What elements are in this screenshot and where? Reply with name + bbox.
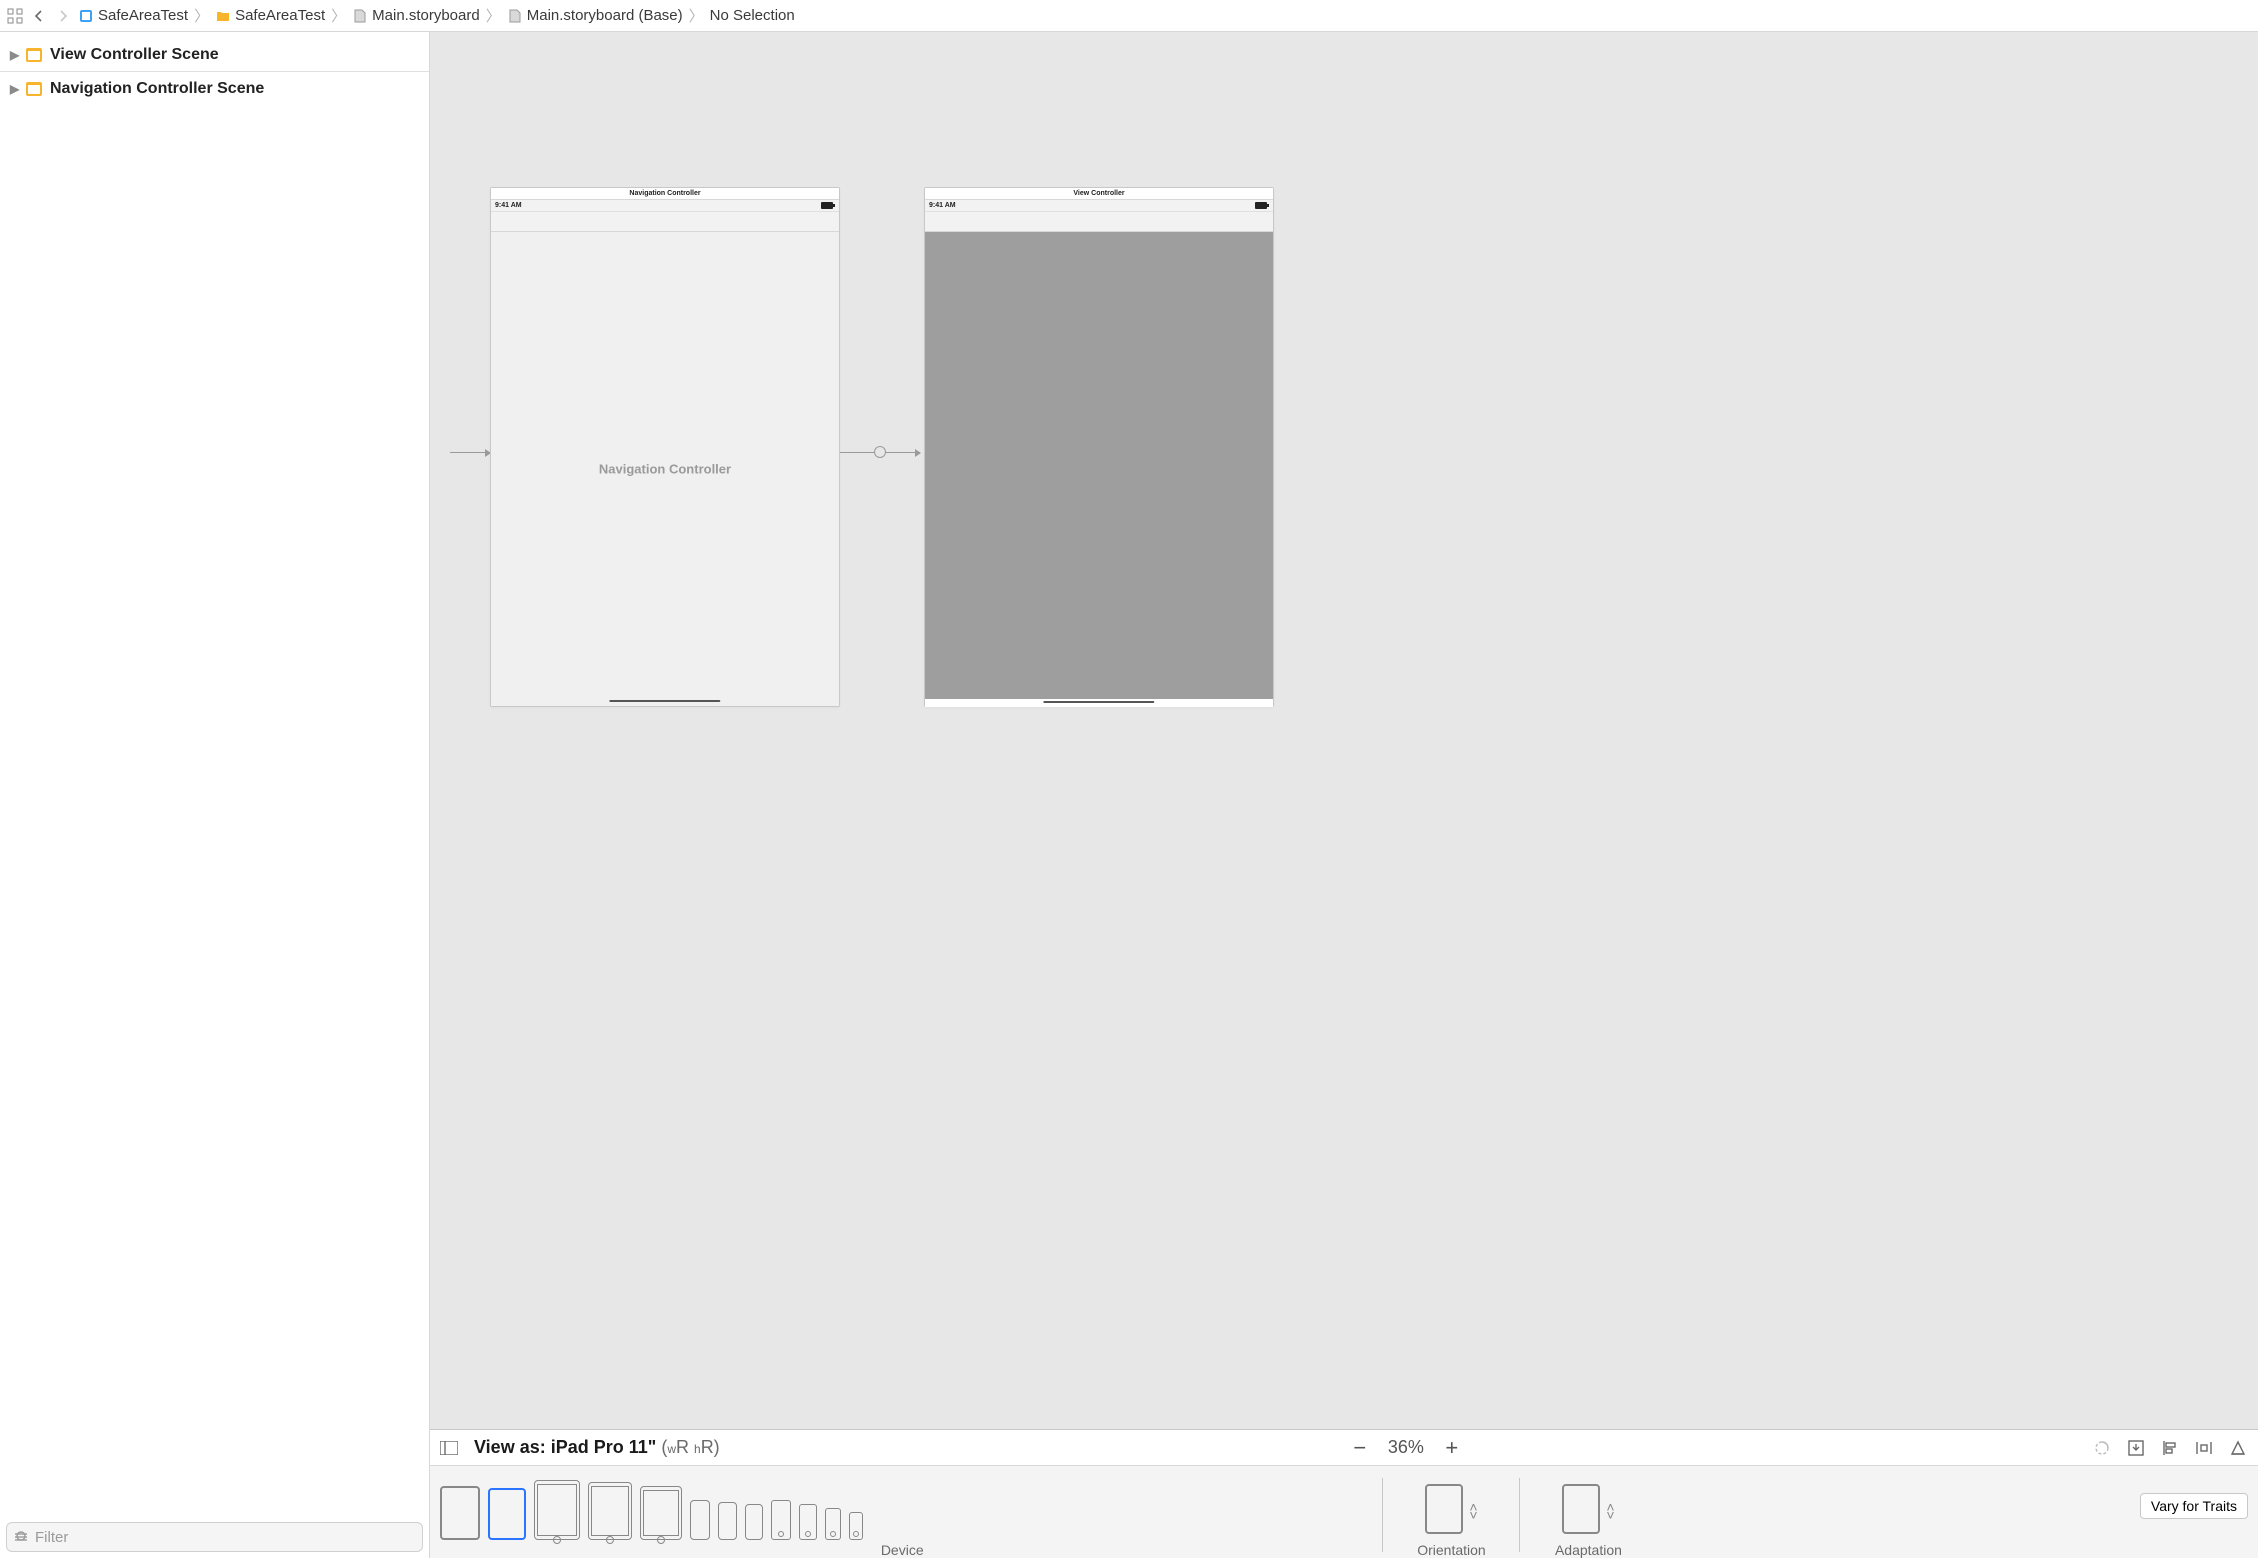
device-ipad-mini[interactable] bbox=[640, 1486, 682, 1540]
segue-relationship-icon[interactable] bbox=[874, 446, 886, 458]
filter-placeholder: Filter bbox=[35, 1529, 68, 1546]
zoom-level[interactable]: 36% bbox=[1388, 1437, 1424, 1458]
adaptation-icon[interactable] bbox=[1562, 1484, 1600, 1534]
scene-view-controller[interactable]: View Controller 9:41 AM bbox=[924, 187, 1274, 707]
device-iphone-xs-max[interactable] bbox=[690, 1500, 710, 1540]
outline-row-navigation-controller-scene[interactable]: ▶ Navigation Controller Scene bbox=[0, 72, 429, 106]
breadcrumb-label: SafeAreaTest bbox=[98, 7, 188, 24]
navigation-bar bbox=[925, 212, 1273, 232]
nav-forward-icon[interactable] bbox=[54, 7, 72, 25]
adaptation-stepper[interactable]: ˄˅ bbox=[1606, 1503, 1614, 1519]
breadcrumb-label: Main.storyboard (Base) bbox=[527, 7, 683, 24]
breadcrumb-label: Main.storyboard bbox=[372, 7, 480, 24]
scene-icon bbox=[26, 48, 44, 62]
section-divider bbox=[1519, 1478, 1520, 1552]
adaptation-block: ˄˅ Adaptation bbox=[1538, 1472, 1638, 1558]
nav-back-icon[interactable] bbox=[30, 7, 48, 25]
pin-constraints-icon[interactable] bbox=[2194, 1438, 2214, 1458]
adaptation-label: Adaptation bbox=[1555, 1542, 1622, 1558]
status-time: 9:41 AM bbox=[929, 202, 956, 209]
device-iphone-xs[interactable] bbox=[745, 1504, 763, 1540]
update-frames-icon[interactable] bbox=[2092, 1438, 2112, 1458]
breadcrumb-label: No Selection bbox=[710, 7, 795, 24]
device-iphone-4s[interactable] bbox=[849, 1512, 863, 1540]
chevron-separator-icon: 〉 bbox=[689, 5, 704, 26]
device-ipad-pro-12-9[interactable] bbox=[440, 1486, 480, 1540]
orientation-portrait-icon[interactable] bbox=[1425, 1484, 1463, 1534]
storyboard-file-icon bbox=[352, 8, 368, 24]
folder-icon bbox=[215, 8, 231, 24]
breadcrumb-item-project[interactable]: SafeAreaTest bbox=[78, 7, 188, 24]
project-icon bbox=[78, 8, 94, 24]
chevron-separator-icon: 〉 bbox=[331, 5, 346, 26]
nav-controller-placeholder-label: Navigation Controller bbox=[599, 462, 731, 477]
related-items-icon[interactable] bbox=[6, 7, 24, 25]
device-status-bar: 9:41 AM bbox=[925, 200, 1273, 212]
scene-navigation-controller[interactable]: Navigation Controller 9:41 AM Navigation… bbox=[490, 187, 840, 707]
device-ipad-9-7[interactable] bbox=[588, 1482, 632, 1540]
battery-icon bbox=[1255, 202, 1269, 209]
embed-in-icon[interactable] bbox=[2126, 1438, 2146, 1458]
device-ipad-pro-10-5[interactable] bbox=[534, 1480, 580, 1540]
device-status-bar: 9:41 AM bbox=[491, 200, 839, 212]
vary-for-traits-button[interactable]: Vary for Traits bbox=[2140, 1493, 2248, 1519]
document-outline-panel: ▶ View Controller Scene ▶ Navigation Con… bbox=[0, 32, 430, 1558]
outline-row-view-controller-scene[interactable]: ▶ View Controller Scene bbox=[0, 38, 429, 72]
filter-icon bbox=[15, 1530, 29, 1544]
breadcrumb-item-storyboard-base[interactable]: Main.storyboard (Base) bbox=[507, 7, 683, 24]
device-iphone-8[interactable] bbox=[799, 1504, 817, 1540]
device-list: Device bbox=[440, 1472, 1364, 1558]
zoom-out-button[interactable]: − bbox=[1350, 1435, 1370, 1461]
home-indicator bbox=[1043, 701, 1154, 703]
outline-label: View Controller Scene bbox=[50, 46, 219, 64]
orientation-block: ˄˅ Orientation bbox=[1401, 1472, 1501, 1558]
breadcrumb-item-storyboard[interactable]: Main.storyboard bbox=[352, 7, 480, 24]
orientation-label: Orientation bbox=[1417, 1542, 1485, 1558]
navigation-bar bbox=[491, 212, 839, 232]
device-iphone-se[interactable] bbox=[825, 1508, 841, 1540]
disclosure-triangle-icon[interactable]: ▶ bbox=[10, 82, 20, 96]
breadcrumb-item-folder[interactable]: SafeAreaTest bbox=[215, 7, 325, 24]
toggle-outline-icon[interactable] bbox=[440, 1441, 460, 1455]
view-as-label[interactable]: View as: iPad Pro 11" (wwRR hR) bbox=[474, 1437, 720, 1458]
home-indicator bbox=[609, 700, 720, 702]
device-section-label: Device bbox=[881, 1542, 924, 1558]
scene-title: View Controller bbox=[925, 188, 1273, 200]
device-ipad-pro-11[interactable] bbox=[488, 1488, 526, 1540]
device-iphone-xr[interactable] bbox=[718, 1502, 737, 1540]
breadcrumb-label: SafeAreaTest bbox=[235, 7, 325, 24]
chevron-separator-icon: 〉 bbox=[486, 5, 501, 26]
storyboard-file-icon bbox=[507, 8, 523, 24]
breadcrumb-bar: SafeAreaTest 〉 SafeAreaTest 〉 Main.story… bbox=[0, 0, 2258, 32]
status-time: 9:41 AM bbox=[495, 202, 522, 209]
outline-label: Navigation Controller Scene bbox=[50, 80, 264, 98]
device-configuration-bar: View as: iPad Pro 11" (wwRR hR) − 36% + bbox=[430, 1429, 2258, 1558]
resolve-constraints-icon[interactable] bbox=[2228, 1438, 2248, 1458]
breadcrumb-item-no-selection[interactable]: No Selection bbox=[710, 7, 795, 24]
entry-point-arrow[interactable] bbox=[450, 452, 490, 453]
chevron-separator-icon: 〉 bbox=[194, 5, 209, 26]
scene-title: Navigation Controller bbox=[491, 188, 839, 200]
align-icon[interactable] bbox=[2160, 1438, 2180, 1458]
outline-filter-input[interactable]: Filter bbox=[6, 1522, 423, 1552]
section-divider bbox=[1382, 1478, 1383, 1552]
disclosure-triangle-icon[interactable]: ▶ bbox=[10, 48, 20, 62]
device-iphone-8-plus[interactable] bbox=[771, 1500, 791, 1540]
storyboard-canvas[interactable]: Navigation Controller 9:41 AM Navigation… bbox=[430, 32, 2258, 1429]
battery-icon bbox=[821, 202, 835, 209]
scene-icon bbox=[26, 82, 44, 96]
orientation-stepper[interactable]: ˄˅ bbox=[1469, 1503, 1477, 1519]
zoom-in-button[interactable]: + bbox=[1442, 1435, 1462, 1461]
